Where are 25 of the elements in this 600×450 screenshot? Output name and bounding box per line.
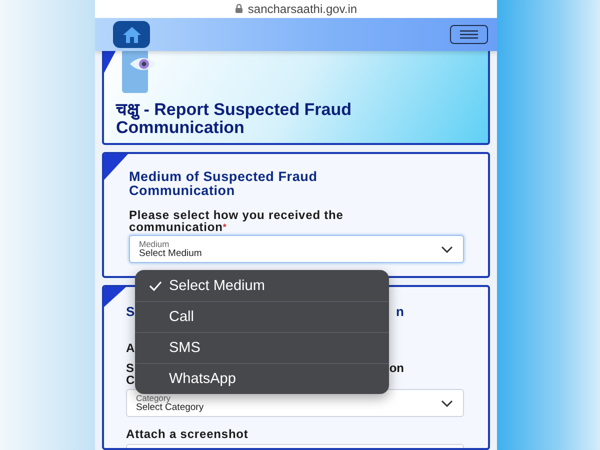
corner-triangle <box>104 154 128 180</box>
menu-icon <box>460 30 478 40</box>
chevron-icon <box>441 400 453 407</box>
menu-option[interactable]: Call <box>135 301 389 332</box>
field-label: on <box>389 362 404 374</box>
check-icon <box>149 280 162 290</box>
select-field[interactable]: Medium Select Medium <box>129 235 464 264</box>
corner-triangle <box>104 287 126 308</box>
chevron-icon <box>441 246 453 253</box>
lock-icon <box>234 4 243 14</box>
menu-option[interactable]: SMS <box>135 332 389 363</box>
section-heading: S <box>126 305 135 320</box>
menu-button[interactable] <box>450 25 488 44</box>
section-heading: n <box>396 305 404 320</box>
menu-option[interactable]: Select Medium <box>135 270 389 301</box>
home-button[interactable] <box>113 21 150 48</box>
body-text: A <box>126 342 135 354</box>
menu-option[interactable]: WhatsApp <box>135 363 389 394</box>
home-icon <box>120 24 142 45</box>
field-label: Please select how you received the communication* <box>129 209 344 234</box>
field-label: S <box>126 362 134 374</box>
section-heading: Medium of Suspected Fraud Communication <box>129 170 318 198</box>
field-label: Attach a screenshot <box>126 427 250 442</box>
page-title: चक्षु - Report Suspected Fraud Communication <box>116 101 353 138</box>
field-label: C <box>126 374 135 386</box>
